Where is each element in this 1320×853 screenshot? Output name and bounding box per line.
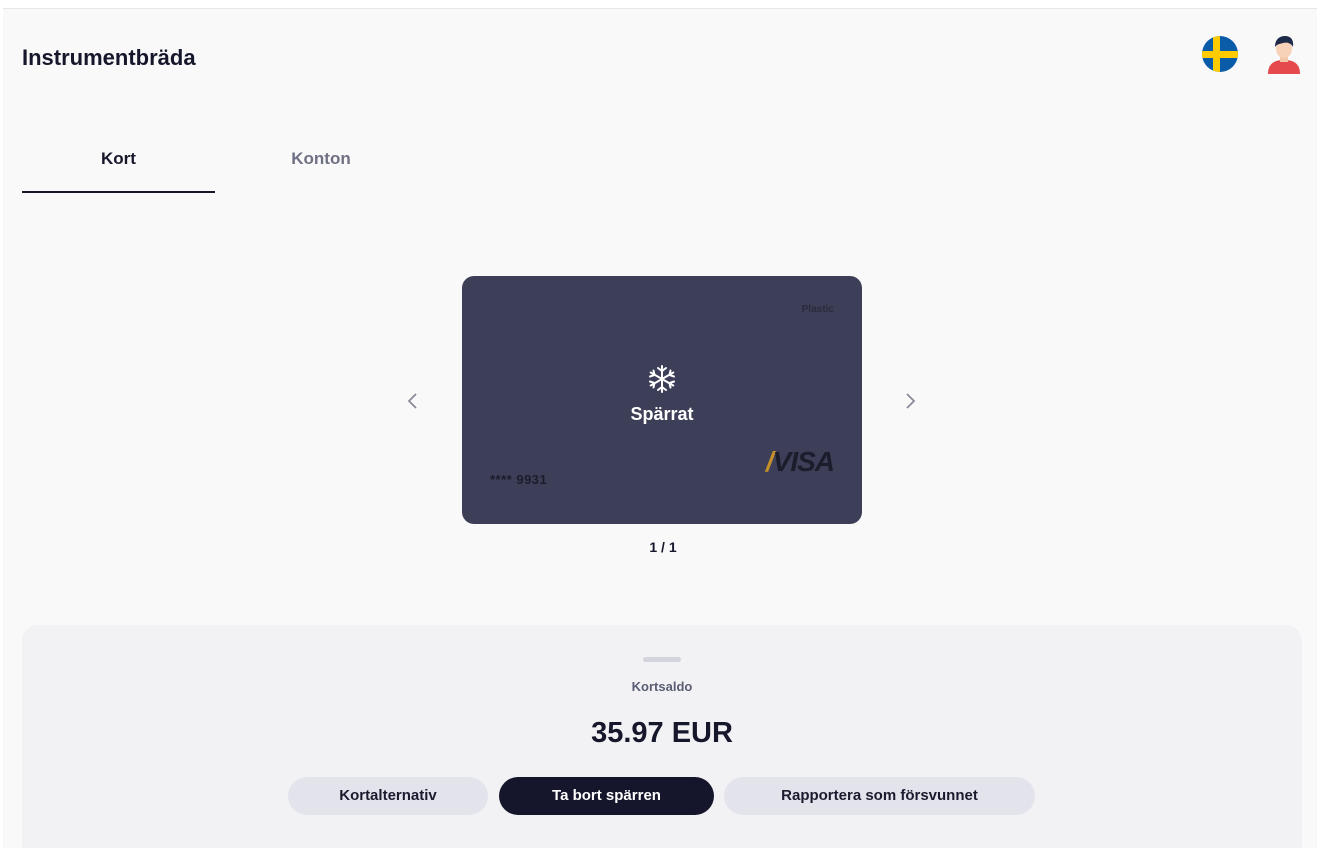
- card-status-label: Spärrat: [630, 404, 694, 424]
- snowflake-icon: [649, 365, 675, 393]
- tab-kort[interactable]: Kort: [22, 147, 215, 193]
- tab-bar: Kort Konton: [22, 147, 422, 193]
- chevron-right-icon[interactable]: [898, 389, 922, 413]
- card-masked-number: **** 9931: [490, 472, 548, 487]
- flag-sweden-icon[interactable]: [1202, 36, 1238, 72]
- card-brand-label: VISA: [772, 446, 835, 477]
- sheet-drag-handle[interactable]: [643, 657, 681, 662]
- card-type-label: Plastic: [801, 304, 834, 315]
- report-lost-button[interactable]: Rapportera som försvunnet: [724, 777, 1035, 815]
- user-avatar-icon[interactable]: [1265, 34, 1303, 74]
- balance-value: 35.97 EUR: [591, 717, 733, 749]
- app-window: Instrumentbräda Kort Konton Plastic Spär…: [3, 8, 1317, 848]
- payment-card[interactable]: Plastic Spärrat **** 9931 /VISA: [462, 276, 862, 524]
- tab-konton[interactable]: Konton: [226, 147, 416, 193]
- visa-logo: /VISA: [765, 446, 835, 477]
- card-options-button[interactable]: Kortalternativ: [288, 777, 488, 815]
- page-title: Instrumentbräda: [22, 45, 196, 70]
- chevron-left-icon[interactable]: [401, 389, 425, 413]
- card-details-sheet: Kortsaldo 35.97 EUR Kortalternativ Ta bo…: [22, 625, 1302, 848]
- unblock-card-button[interactable]: Ta bort spärren: [499, 777, 714, 815]
- balance-label: Kortsaldo: [631, 679, 693, 694]
- carousel-pager: 1 / 1: [649, 539, 677, 555]
- card-status: Spärrat: [462, 364, 862, 425]
